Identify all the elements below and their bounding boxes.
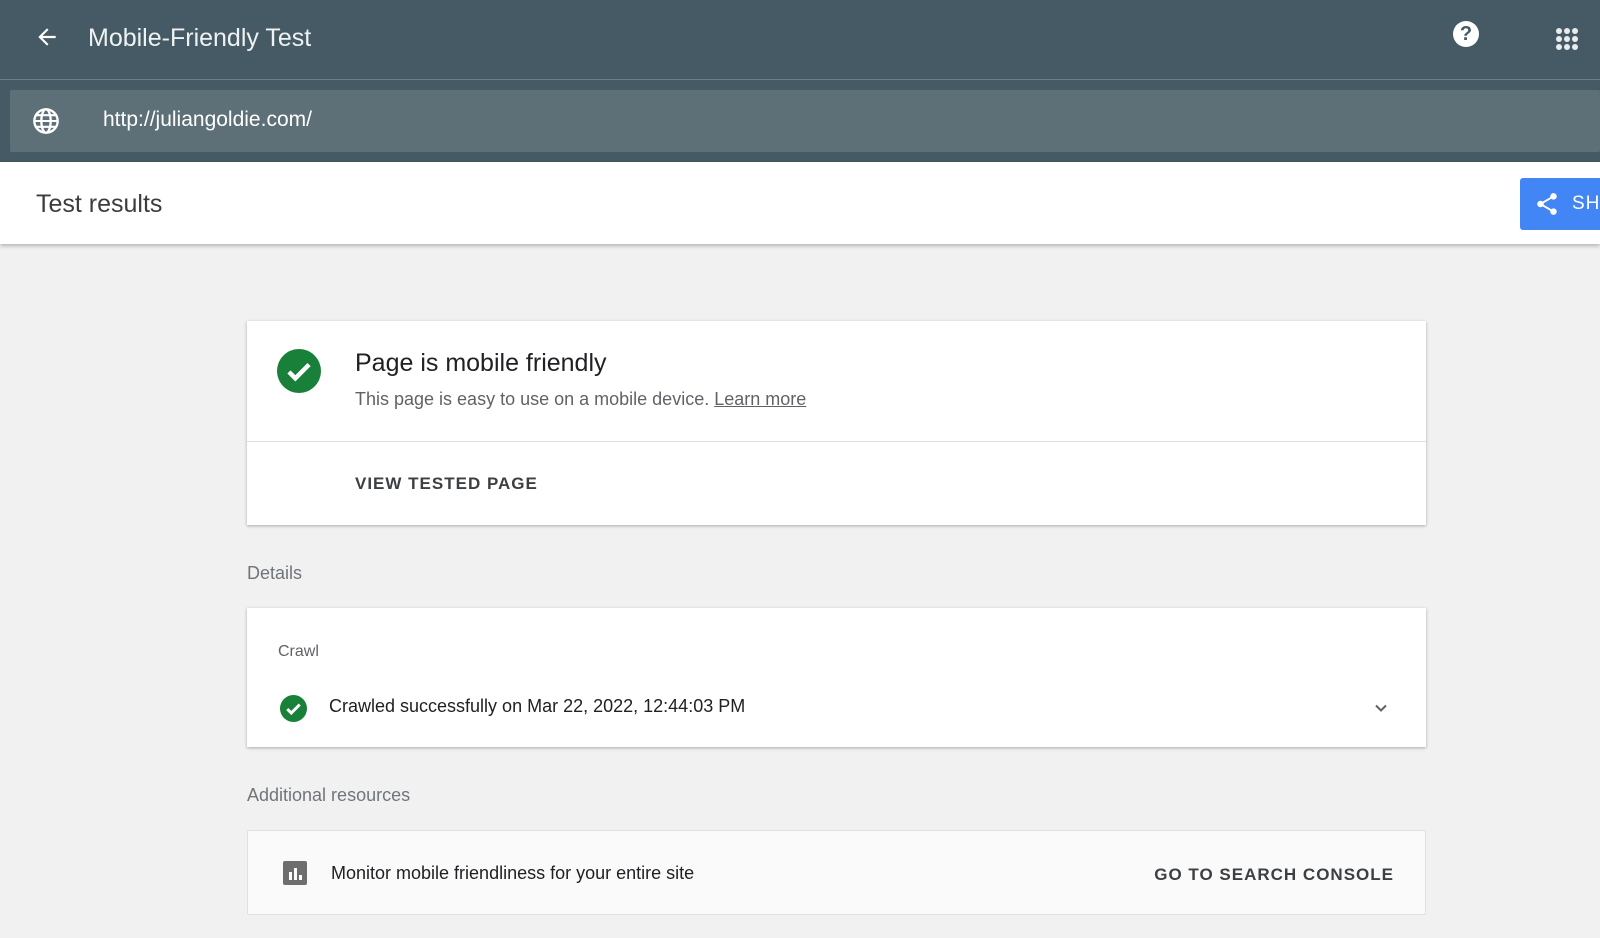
divider [247, 441, 1426, 442]
app-title: Mobile-Friendly Test [88, 24, 312, 52]
share-icon [1537, 193, 1557, 215]
chevron-down-icon[interactable] [1371, 698, 1391, 718]
result-description: This page is easy to use on a mobile dev… [355, 389, 806, 410]
crawl-card[interactable]: Crawl Crawled successfully on Mar 22, 20… [247, 608, 1426, 747]
bar-chart-icon [283, 861, 307, 885]
search-console-card: Monitor mobile friendliness for your ent… [247, 830, 1426, 915]
learn-more-link[interactable]: Learn more [714, 389, 806, 409]
globe-icon [33, 108, 59, 134]
details-heading: Details [247, 563, 303, 583]
check-circle-icon [280, 695, 307, 722]
help-icon[interactable]: ? [1453, 21, 1479, 47]
results-title: Test results [36, 190, 163, 218]
app-header: Mobile-Friendly Test ? [0, 0, 1600, 80]
check-circle-icon [277, 349, 321, 393]
url-section: http://juliangoldie.com/ [0, 80, 1600, 162]
view-tested-page-button[interactable]: VIEW TESTED PAGE [355, 474, 538, 494]
url-input[interactable]: http://juliangoldie.com/ [10, 90, 1600, 152]
share-label: SHA [1572, 193, 1600, 214]
apps-grid-icon[interactable] [1556, 28, 1578, 50]
arrow-back-icon[interactable] [34, 24, 60, 50]
result-heading: Page is mobile friendly [355, 349, 607, 377]
description-text: This page is easy to use on a mobile dev… [355, 389, 710, 409]
results-bar: Test results SHA [0, 162, 1600, 244]
share-button[interactable]: SHA [1520, 178, 1600, 230]
go-to-search-console-button[interactable]: GO TO SEARCH CONSOLE [1154, 865, 1394, 885]
crawl-status: Crawled successfully on Mar 22, 2022, 12… [329, 696, 746, 716]
monitor-text: Monitor mobile friendliness for your ent… [331, 863, 695, 883]
result-card: Page is mobile friendly This page is eas… [247, 321, 1426, 525]
additional-resources-heading: Additional resources [247, 785, 411, 805]
crawl-label: Crawl [278, 643, 319, 660]
url-value: http://juliangoldie.com/ [103, 108, 312, 131]
